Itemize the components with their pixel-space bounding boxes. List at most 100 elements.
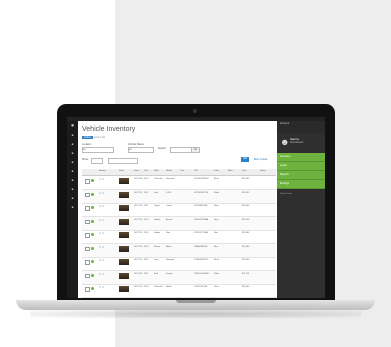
cell-make: Toyota [154, 205, 160, 207]
calendar-icon[interactable]: ▪ [69, 160, 76, 166]
column-header[interactable]: Model [166, 170, 171, 172]
column-header[interactable]: Stock [134, 170, 139, 172]
user-icon[interactable]: ▪ [69, 142, 76, 148]
cell-year: 2014 [144, 286, 149, 288]
vehicle-photo [119, 272, 129, 279]
page-title: Vehicle Inventory [82, 126, 136, 133]
cell-year: 2010 [144, 232, 149, 234]
row-actions-icon[interactable]: ✎ ✕ [99, 273, 104, 276]
row-actions-icon[interactable]: ✎ ✕ [99, 178, 104, 181]
column-header[interactable]: Actions [99, 170, 106, 172]
row-actions-icon[interactable]: ✎ ✕ [99, 232, 104, 235]
tag-icon[interactable]: ▪ [69, 187, 76, 193]
chevron-right-icon: › [280, 182, 281, 185]
table-row[interactable]: ✎ ✕ 1427-170 2012 Jeep Wrangler 1C4BJWDG2CL Bl… [82, 257, 276, 271]
column-header[interactable]: Color [214, 170, 219, 172]
row-checkbox[interactable] [85, 273, 90, 278]
cell-stock: 1427-121 [134, 191, 143, 194]
table-row[interactable]: ✎ ✕ 1427-194 2014 Chevrolet Malibu 1G11C5SL2E… [82, 284, 276, 298]
row-actions-icon[interactable]: ✎ ✕ [99, 259, 104, 262]
table-row[interactable]: ✎ ✕ 1427-155 2010 Dodge Ram 1D7RV1CT4AS Red $15… [82, 230, 276, 244]
table-row[interactable]: ✎ ✕ 1427-163 2013 Nissan Altima 1N4AL3AP6DC Bl… [82, 243, 276, 258]
menu-item-settings[interactable]: Settings › [277, 180, 325, 189]
row-checkbox[interactable] [85, 179, 90, 184]
cell-color: White [214, 272, 220, 275]
row-checkbox[interactable] [85, 287, 90, 292]
cell-year: 2013 [144, 178, 149, 180]
row-actions-icon[interactable]: ✎ ✕ [99, 286, 104, 289]
row-checkbox[interactable] [85, 192, 90, 197]
search-input[interactable] [170, 147, 192, 153]
tab-inventory-list[interactable]: Inventory list [91, 136, 105, 139]
help-icon[interactable]: ▪ [69, 205, 76, 211]
menu-item-leads[interactable]: Leads › [277, 162, 325, 171]
cell-vin: 1GCNCPEX0DZ [194, 178, 209, 180]
column-header[interactable]: Trim [180, 170, 184, 172]
table-header: Actions Photo Stock Year Make Model Trim VIN Col… [82, 169, 276, 176]
status-dot [91, 179, 94, 182]
row-actions-icon[interactable]: ✎ ✕ [99, 219, 104, 222]
cell-price: $14,500 [242, 205, 250, 207]
cell-stock: 1427-108 [134, 178, 143, 180]
vehicle-photo [119, 218, 129, 225]
show-select[interactable] [91, 157, 103, 164]
cell-model: F-150 [166, 191, 172, 194]
column-header[interactable]: Photo [119, 170, 124, 172]
row-actions-icon[interactable]: ✎ ✕ [99, 205, 104, 208]
cell-year: 2013 [144, 245, 149, 248]
cell-make: Jeep [154, 259, 159, 261]
logo-icon[interactable]: ● [69, 123, 76, 129]
table-row[interactable]: ✎ ✕ 1427-130 2011 Toyota Camry 4T1BF3EK1BU Sil… [82, 203, 276, 217]
cell-color: Blue [214, 245, 219, 248]
table-row[interactable]: ✎ ✕ 1427-121 2012 Ford F-150 1FTFW1ET5CK White… [82, 189, 276, 204]
chevron-right-icon: › [280, 173, 281, 176]
status-dot [91, 273, 94, 277]
chart-icon[interactable]: ▪ [69, 151, 76, 157]
car-icon[interactable]: ▪ [69, 133, 76, 139]
row-checkbox[interactable] [85, 233, 90, 238]
location-select[interactable]: All [82, 147, 114, 153]
search-label: Search [158, 147, 166, 150]
cell-vin: 1N4AL3AP6DC [194, 245, 208, 248]
column-header[interactable]: Price [242, 170, 247, 172]
gear-icon[interactable]: ▪ [69, 196, 76, 202]
menu-item-inventory[interactable]: Inventory › [277, 153, 325, 162]
cell-vin: 1HGCR2F33EA [194, 218, 209, 221]
status-dot [91, 219, 94, 223]
column-header[interactable]: Miles [228, 170, 233, 172]
row-actions-icon[interactable]: ✎ ✕ [99, 246, 104, 249]
avatar-icon: ☻ [280, 137, 290, 147]
laptop-base [16, 300, 375, 310]
menu-item-reports[interactable]: Reports › [277, 171, 325, 180]
table-row[interactable]: ✎ ✕ 1427-181 2011 Ford Escape 1FMCU0DG0BK Whit… [82, 270, 276, 285]
row-checkbox[interactable] [85, 260, 90, 265]
cell-model: Wrangler [166, 259, 175, 261]
go-button[interactable]: Go [191, 146, 201, 153]
table-row[interactable]: ✎ ✕ 1427-142 2014 Honda Accord 1HGCR2F33EA Gra… [82, 216, 276, 231]
cell-vin: 1FMCU0DG0BK [194, 272, 209, 275]
table-row[interactable]: ✎ ✕ 1427-108 2013 Chevrolet Silverado 1GCNCPE… [82, 176, 276, 190]
cell-color: White [214, 191, 220, 194]
filter-input[interactable] [108, 157, 138, 164]
column-header[interactable]: Status [260, 170, 266, 172]
show-label: Show [82, 158, 89, 161]
document-icon[interactable]: ▪ [69, 169, 76, 175]
mail-icon[interactable]: ▪ [69, 178, 76, 184]
row-checkbox[interactable] [85, 206, 90, 211]
column-header[interactable]: Make [154, 170, 159, 172]
cell-color: Silver [214, 286, 220, 288]
column-header[interactable]: VIN [194, 170, 197, 172]
status-dot [91, 246, 94, 250]
add-button[interactable]: Add [241, 157, 250, 162]
bulk-update-link[interactable]: Bulk Update [254, 158, 268, 161]
cell-price: $26,995 [242, 191, 250, 194]
row-actions-icon[interactable]: ✎ ✕ [99, 192, 104, 195]
user-role: Administrator [290, 141, 304, 144]
status-select[interactable]: All [128, 147, 154, 153]
cell-model: Camry [166, 205, 172, 207]
row-checkbox[interactable] [85, 219, 90, 224]
column-header[interactable]: Year [144, 170, 148, 172]
cell-model: Malibu [166, 286, 172, 288]
row-checkbox[interactable] [85, 246, 90, 251]
vehicle-photo [119, 191, 129, 198]
